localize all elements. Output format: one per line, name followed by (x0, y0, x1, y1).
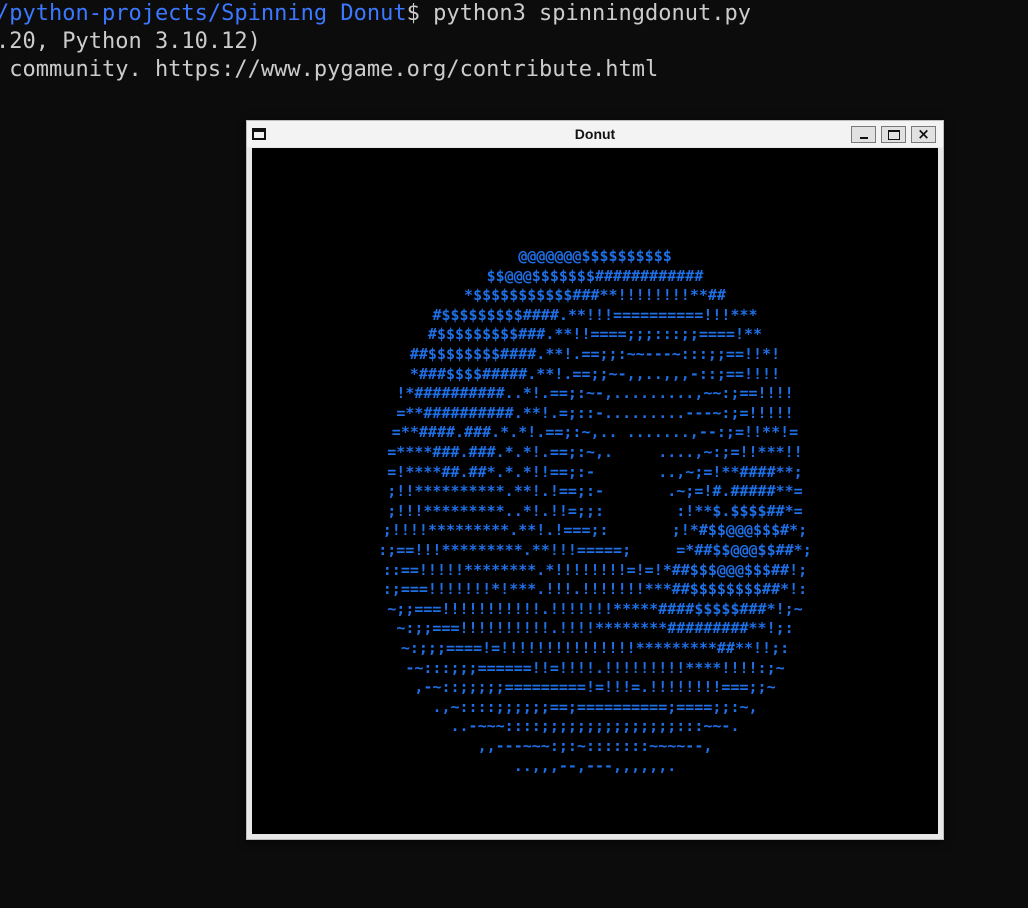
donut-row: $$@@@$$$$$$$############ (486, 266, 704, 285)
donut-row: *###$$$$#####.**!.==;;~-,,..,,,-::;==!!!… (409, 364, 781, 383)
donut-row: ;!!!*********..*!.!!=;;: :!**$.$$$$##*= (387, 501, 803, 520)
donut-row: ;!!!!*********.**!.!===;: ;!*#$$@@@$$$#*… (382, 521, 808, 540)
donut-row: ..,,,--,---,,,,,,. (513, 756, 677, 775)
donut-row: ..-~~~::::;;;;;;;;;;;;;;;:::~~-. (450, 717, 740, 736)
close-button[interactable]: × (911, 126, 936, 143)
donut-row: *$$$$$$$$$$$###**!!!!!!!!**## (464, 286, 726, 305)
close-icon: × (917, 125, 930, 143)
donut-row: -~:::;;;======!!=!!!!.!!!!!!!!!****!!!!:… (405, 658, 785, 677)
donut-row: ~:;;;====!=!!!!!!!!!!!!!!!*********##**!… (400, 639, 790, 657)
donut-row: !*##########..*!.==;:~-,.........,~~:;==… (396, 384, 794, 403)
render-canvas: @@@@@@@$$$$$$$$$$ $$@@@$$$$$$$###########… (252, 148, 938, 834)
donut-row: #$$$$$$$$$###.**!!====;;;:::;;====!** (427, 325, 763, 344)
donut-row: ##$$$$$$$$####.**!.==;;:~~---~:::;;==!!*… (409, 345, 781, 363)
command-text: $ python3 spinningdonut.py (406, 1, 751, 26)
donut-row: ;!!**********.**!.!==;:- .~;=!#.#####**= (387, 482, 803, 501)
donut-row: ~:;;===!!!!!!!!!!.!!!!********#########*… (396, 619, 794, 638)
donut-row: =****###.###.*.*!.==;:~,. ....,~:;=!!***… (387, 443, 803, 461)
title-bar[interactable]: Donut × (247, 121, 943, 147)
terminal-line-command: /python-projects/Spinning Donut$ python3… (0, 0, 751, 28)
donut-row: #$$$$$$$$$####.**!!!==========!!!*** (432, 305, 758, 324)
donut-row: ::==!!!!!********.*!!!!!!!!=!=!*##$$$@@@… (382, 560, 808, 579)
donut-row: ,,---~~~:;:~:::::::~~~~--, (477, 737, 713, 755)
minimize-icon (860, 137, 868, 139)
prompt-path: /python-projects/Spinning Donut (0, 1, 407, 26)
donut-row: .,~::::;;;;;;==;==========;====;;:~, (432, 697, 758, 716)
donut-row: :;==!!!*********.**!!!=====; =*##$$@@@$$… (378, 541, 812, 559)
maximize-icon (888, 130, 900, 140)
donut-window[interactable]: Donut × @@@@@@@$$$$$$$$$$ $$@@@$$$$$$$###… (246, 120, 944, 840)
donut-row: :;===!!!!!!!*!***.!!!.!!!!!!!***##$$$$$$… (382, 580, 808, 599)
donut-row: ,-~::;;;;;=========!=!!!=.!!!!!!!!===;;~ (414, 678, 776, 697)
minimize-button[interactable] (851, 126, 876, 143)
maximize-button[interactable] (881, 126, 906, 143)
donut-row: =**##########.**!.=;::-.........---~:;=!… (396, 403, 794, 422)
donut-row: =!****##.##*.*.*!!==;:- ..,~;=!**####**; (387, 462, 803, 481)
window-title: Donut (574, 126, 616, 142)
terminal-line-output: community. https://www.pygame.org/contri… (0, 57, 659, 82)
ascii-donut: @@@@@@@$$$$$$$$$$ $$@@@$$$$$$$###########… (252, 148, 938, 834)
donut-row: =**####.###.*.*!.==;:~,.. .......,--:;=!… (391, 423, 799, 442)
donut-row: @@@@@@@$$$$$$$$$$ (518, 247, 672, 265)
donut-row: ~;;===!!!!!!!!!!!.!!!!!!!*****####$$$$$#… (387, 599, 803, 618)
terminal-line-output: .20, Python 3.10.12) (0, 29, 261, 54)
